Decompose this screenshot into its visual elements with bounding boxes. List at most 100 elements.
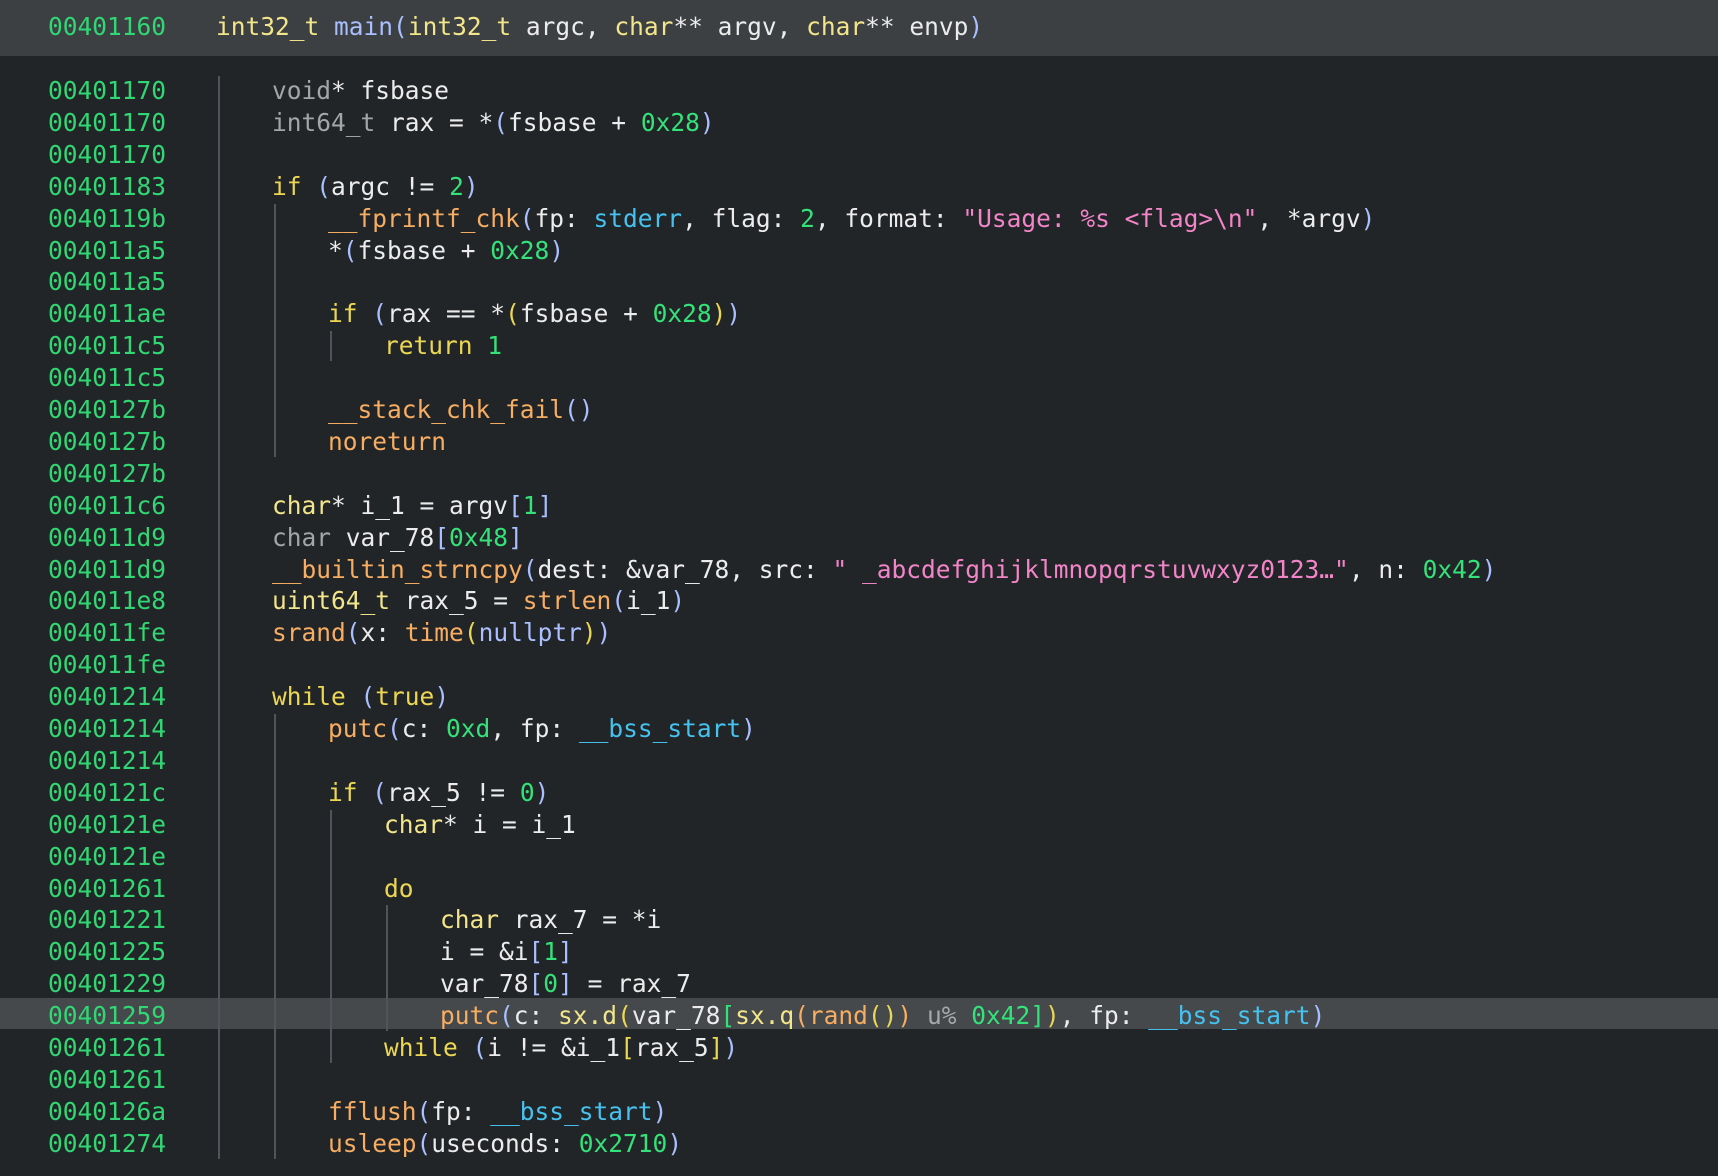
code-token[interactable]: rand	[809, 1001, 868, 1030]
code-token[interactable]: 0x28	[641, 108, 700, 137]
line-address[interactable]: 004011ae	[48, 298, 166, 330]
code-token[interactable]: int32_t	[408, 12, 511, 41]
code-token[interactable]: )	[897, 1001, 912, 1030]
code-token[interactable]: )	[968, 12, 983, 41]
code-token[interactable]: (	[417, 1097, 432, 1126]
code-token[interactable]: srand	[272, 618, 346, 647]
code-text[interactable]: int64_t rax = *(fsbase + 0x28)	[272, 107, 715, 139]
code-token[interactable]: rax_5 !=	[387, 778, 520, 807]
code-token[interactable]: int32_t	[216, 12, 319, 41]
code-token[interactable]	[473, 331, 488, 360]
code-token[interactable]: ** envp	[865, 12, 968, 41]
code-token[interactable]: 0xd	[446, 714, 490, 743]
code-token[interactable]: " _abcdefghijklmnopqrstuvwxyz0123…"	[833, 555, 1349, 584]
code-token[interactable]: (	[505, 299, 520, 328]
code-token[interactable]	[912, 1001, 927, 1030]
code-token[interactable]	[346, 682, 361, 711]
code-token[interactable]: __bss_start	[579, 714, 741, 743]
code-token[interactable]: )	[434, 682, 449, 711]
code-token[interactable]: 0	[520, 778, 535, 807]
line-address[interactable]: 0040127b	[48, 426, 166, 458]
code-text[interactable]: if (rax == *(fsbase + 0x28))	[328, 298, 741, 330]
code-token[interactable]: do	[384, 874, 414, 903]
code-token[interactable]: strlen	[523, 586, 612, 615]
code-token[interactable]: fp:	[431, 1097, 490, 1126]
code-text[interactable]: fflush(fp: __bss_start)	[328, 1096, 667, 1128]
code-token[interactable]: ]	[558, 937, 573, 966]
code-token[interactable]: rax = *	[375, 108, 493, 137]
code-token[interactable]: __builtin_strncpy	[272, 555, 523, 584]
line-address[interactable]: 0040121c	[48, 777, 166, 809]
code-token[interactable]: fflush	[328, 1097, 417, 1126]
code-token[interactable]: (	[372, 299, 387, 328]
code-token[interactable]: i = &i	[440, 937, 529, 966]
code-token[interactable]: * fsbase	[331, 76, 449, 105]
code-token[interactable]	[358, 299, 373, 328]
code-text[interactable]: do	[384, 873, 414, 905]
line-address[interactable]: 00401261	[48, 1064, 166, 1096]
line-address[interactable]: 0040119b	[48, 203, 166, 235]
code-token[interactable]: void	[272, 76, 331, 105]
code-token[interactable]: var_78	[632, 1001, 721, 1030]
code-token[interactable]: __bss_start	[1148, 1001, 1310, 1030]
code-token[interactable]: , fp:	[1060, 1001, 1149, 1030]
code-token[interactable]: ]	[508, 523, 523, 552]
code-token[interactable]	[319, 12, 334, 41]
code-text[interactable]: if (rax_5 != 0)	[328, 777, 549, 809]
code-token[interactable]: putc	[440, 1001, 499, 1030]
code-token[interactable]: int64_t	[272, 108, 375, 137]
code-text[interactable]: if (argc != 2)	[272, 171, 479, 203]
code-token[interactable]: sx.q	[735, 1001, 794, 1030]
code-token[interactable]: )	[535, 778, 550, 807]
code-token[interactable]: )	[1482, 555, 1497, 584]
line-address[interactable]: 004011d9	[48, 554, 166, 586]
line-address[interactable]: 00401274	[48, 1128, 166, 1160]
code-token[interactable]: ()	[564, 395, 594, 424]
code-token[interactable]: (	[611, 586, 626, 615]
code-token[interactable]: (	[417, 1129, 432, 1158]
code-token[interactable]: uint64_t	[272, 586, 390, 615]
code-token[interactable]: )	[582, 618, 597, 647]
code-token[interactable]: (	[499, 1001, 514, 1030]
code-token[interactable]	[956, 1001, 971, 1030]
code-token[interactable]: var_78	[331, 523, 435, 552]
line-address[interactable]: 004011fe	[48, 649, 166, 681]
code-token[interactable]: [	[529, 969, 544, 998]
code-token[interactable]: ]	[538, 491, 553, 520]
code-token[interactable]: true	[375, 682, 434, 711]
code-token[interactable]: i_1	[626, 586, 670, 615]
code-token[interactable]: 0x48	[449, 523, 508, 552]
code-token[interactable]: i != &i_1	[487, 1033, 620, 1062]
code-text[interactable]: *(fsbase + 0x28)	[328, 235, 564, 267]
code-token[interactable]: x:	[361, 618, 405, 647]
code-token[interactable]: 1	[487, 331, 502, 360]
code-token[interactable]: )	[549, 236, 564, 265]
code-token[interactable]: while	[272, 682, 346, 711]
code-token[interactable]: , *argv	[1257, 204, 1360, 233]
code-token[interactable]: __stack_chk_fail	[328, 395, 564, 424]
line-address[interactable]: 00401170	[48, 139, 166, 171]
code-token[interactable]: (	[617, 1001, 632, 1030]
code-token[interactable]: 0x42	[1423, 555, 1482, 584]
code-token[interactable]: 0	[543, 969, 558, 998]
line-address[interactable]: 004011e8	[48, 585, 166, 617]
code-token[interactable]: 0x28	[653, 299, 712, 328]
line-address[interactable]: 004011d9	[48, 522, 166, 554]
line-address[interactable]: 0040127b	[48, 458, 166, 490]
code-token[interactable]: )	[741, 714, 756, 743]
line-address[interactable]: 0040127b	[48, 394, 166, 426]
code-token[interactable]: sx.d	[558, 1001, 617, 1030]
code-token[interactable]: , format:	[815, 204, 963, 233]
code-token[interactable]: [	[508, 491, 523, 520]
code-token[interactable]: 0x2710	[579, 1129, 668, 1158]
code-token[interactable]: , fp:	[490, 714, 579, 743]
code-token[interactable]: char	[806, 12, 865, 41]
code-token[interactable]: c:	[514, 1001, 558, 1030]
code-token[interactable]: 0x28	[490, 236, 549, 265]
code-token[interactable]: if	[328, 299, 358, 328]
code-token[interactable]: fsbase +	[520, 299, 653, 328]
code-token[interactable]: (	[493, 108, 508, 137]
code-token[interactable]: (	[794, 1001, 809, 1030]
code-token[interactable]: time	[405, 618, 464, 647]
code-token[interactable]: rax_7 = *i	[499, 905, 662, 934]
